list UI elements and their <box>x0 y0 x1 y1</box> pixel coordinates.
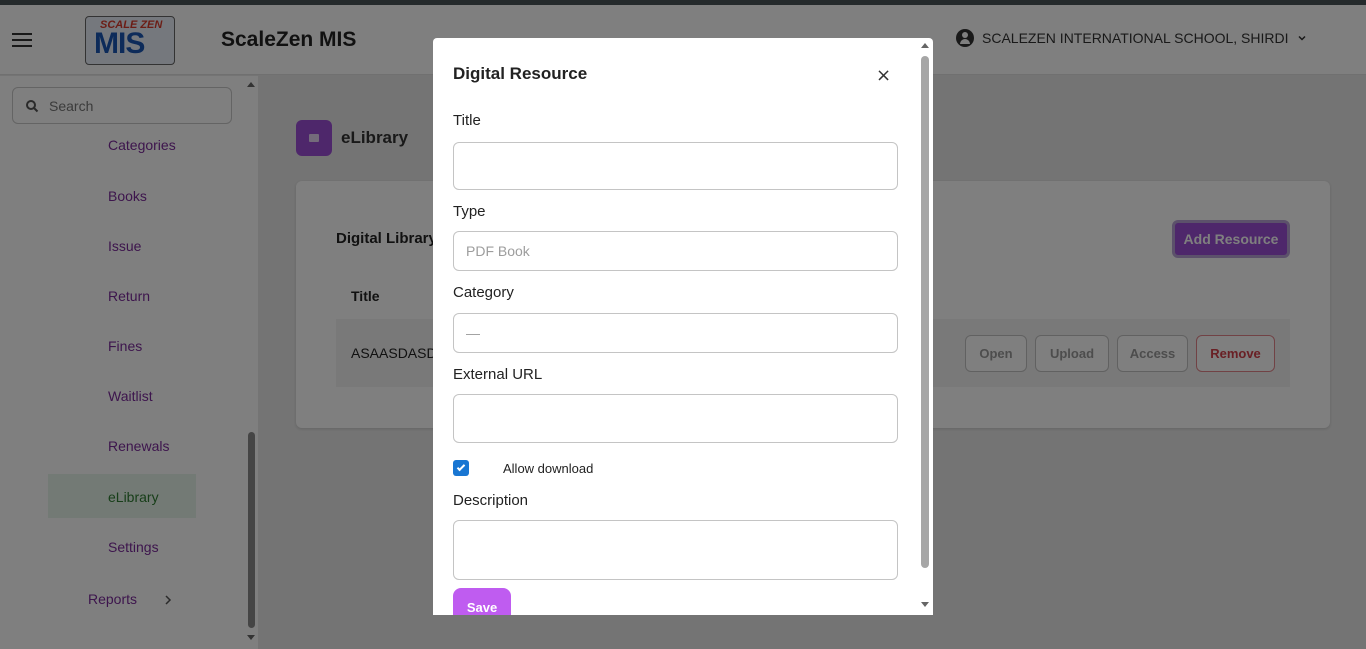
dialog-title: Digital Resource <box>453 64 588 83</box>
title-input[interactable] <box>453 142 898 190</box>
description-textarea[interactable] <box>453 520 898 580</box>
external-url-label: External URL <box>453 366 543 383</box>
description-label: Description <box>453 492 529 509</box>
type-label: Type <box>453 203 486 220</box>
title-label: Title <box>453 112 481 129</box>
save-button[interactable]: Save <box>453 588 511 615</box>
close-icon[interactable]: × <box>876 67 891 85</box>
dialog-scroll-down-icon[interactable] <box>921 602 929 607</box>
dialog-scrollbar-thumb[interactable] <box>921 56 929 568</box>
allow-download-label: Allow download <box>503 461 594 476</box>
type-field[interactable] <box>453 231 898 271</box>
digital-resource-dialog: Digital Resource × Title Type Category E… <box>433 38 933 615</box>
allow-download-checkbox[interactable] <box>453 460 469 476</box>
category-label: Category <box>453 284 514 301</box>
category-field[interactable] <box>453 313 898 353</box>
dialog-scroll-up-icon[interactable] <box>921 43 929 48</box>
external-url-input[interactable] <box>453 394 898 443</box>
